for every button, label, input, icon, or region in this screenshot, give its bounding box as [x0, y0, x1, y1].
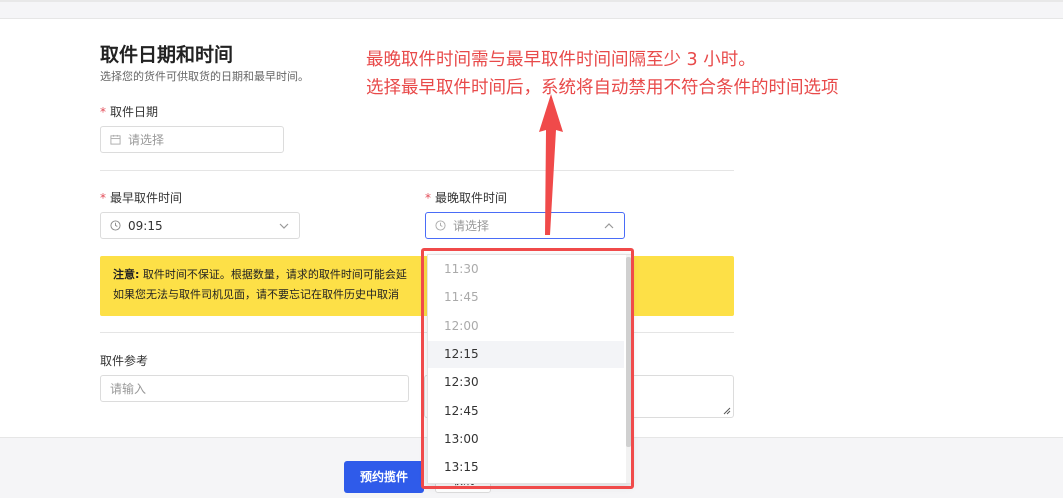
divider [100, 170, 734, 171]
latest-time-dropdown: 11:30 11:45 12:00 12:15 12:30 12:45 13:0… [427, 254, 632, 484]
latest-time-select[interactable]: 请选择 [425, 212, 625, 239]
notice-line-2: 如果您无法与取件司机见面，请不要忘记在取件历史中取消 [113, 288, 399, 301]
pickup-notice: 注意: 取件时间不保证。根据数量，请求的取件时间可能会延 如果您无法与取件司机见… [100, 256, 734, 316]
clock-icon [110, 220, 121, 231]
required-mark: * [100, 105, 106, 119]
notice-line-1: 注意: 取件时间不保证。根据数量，请求的取件时间可能会延 [113, 268, 407, 281]
latest-time-placeholder: 请选择 [453, 219, 490, 233]
reference-label: 取件参考 [100, 354, 149, 368]
pickup-date-label: * 取件日期 [100, 105, 159, 119]
earliest-time-label: * 最早取件时间 [100, 191, 183, 205]
reference-input[interactable]: 请输入 [100, 375, 409, 402]
reference-placeholder: 请输入 [110, 382, 147, 396]
time-option[interactable]: 12:15 [428, 341, 624, 368]
dropdown-scrollbar[interactable] [626, 255, 631, 483]
time-option[interactable]: 12:45 [428, 398, 624, 425]
section-subtitle: 选择您的货件可供取货的日期和最早时间。 [100, 70, 309, 83]
time-option[interactable]: 13:15 [428, 454, 624, 481]
latest-time-label: * 最晚取件时间 [425, 191, 508, 205]
clock-icon [435, 220, 446, 231]
earliest-time-value: 09:15 [128, 218, 163, 233]
time-option[interactable]: 13:00 [428, 426, 624, 453]
pickup-date-input[interactable]: 请选择 [100, 126, 284, 153]
time-option[interactable]: 11:30 [428, 256, 624, 283]
time-option[interactable]: 12:00 [428, 313, 624, 340]
chevron-down-icon [279, 223, 289, 229]
time-option[interactable]: 11:45 [428, 284, 624, 311]
divider [100, 332, 734, 333]
pickup-date-placeholder: 请选择 [128, 133, 165, 147]
chevron-up-icon [604, 223, 614, 229]
annotation-line-2: 选择最早取件时间后，系统将自动禁用不符合条件的时间选项 [366, 78, 839, 98]
resize-handle-icon[interactable] [723, 407, 731, 415]
section-title: 取件日期和时间 [100, 44, 234, 66]
earliest-time-select[interactable]: 09:15 [100, 212, 300, 239]
book-pickup-button[interactable]: 预约揽件 [344, 461, 424, 493]
required-mark: * [100, 191, 106, 205]
top-bar [0, 0, 1063, 2]
annotation-line-1: 最晚取件时间需与最早取件时间间隔至少 3 小时。 [366, 50, 756, 70]
time-option[interactable]: 12:30 [428, 369, 624, 396]
required-mark: * [425, 191, 431, 205]
annotation-arrow-icon [539, 94, 563, 235]
scrollbar-thumb[interactable] [626, 257, 631, 447]
calendar-icon [110, 134, 121, 145]
